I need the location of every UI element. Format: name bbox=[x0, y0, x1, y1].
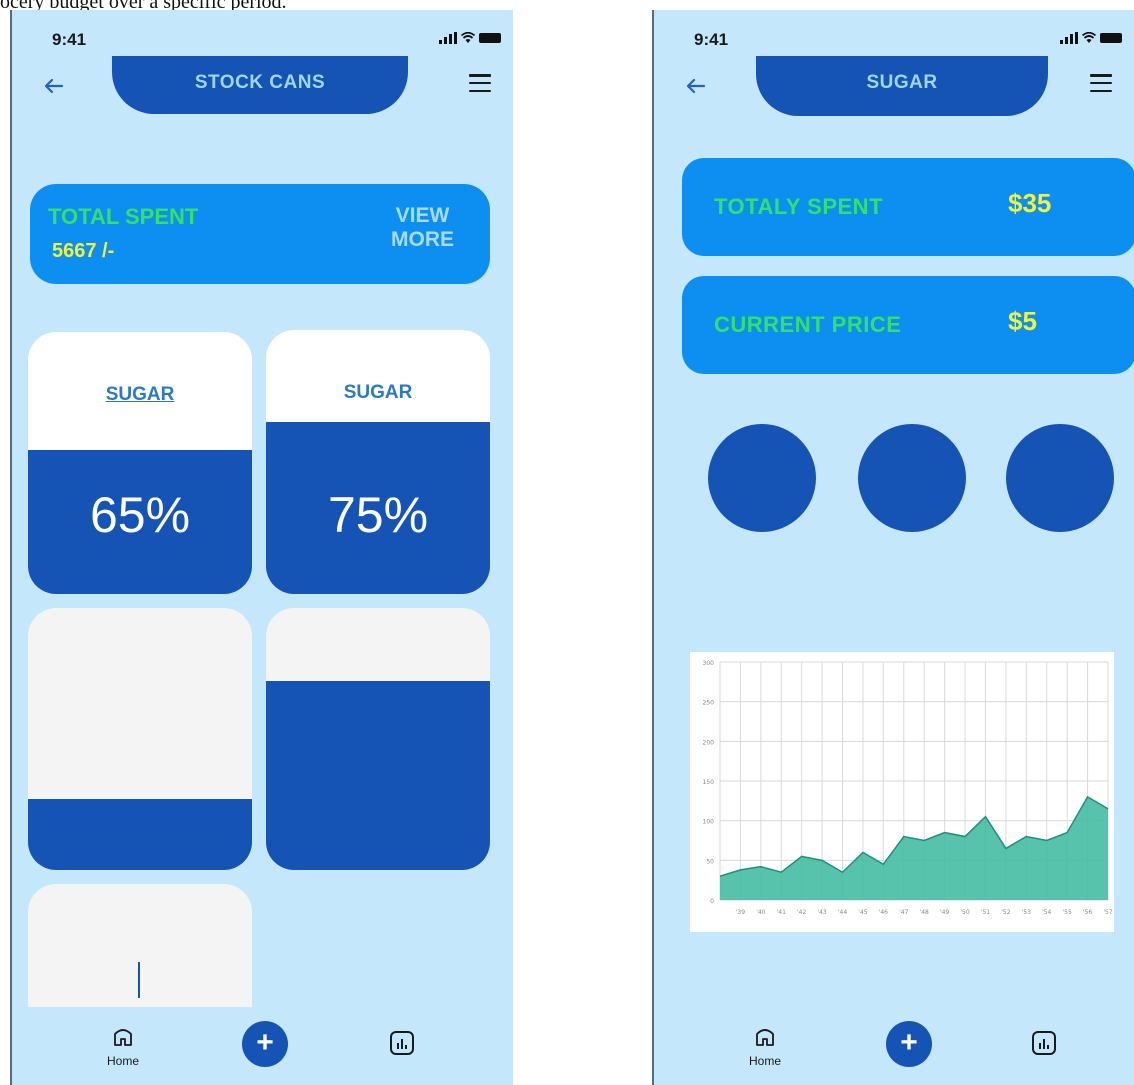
x-tick-label: '54 bbox=[1042, 909, 1051, 916]
current-price-label: CURRENT PRICE bbox=[714, 312, 902, 337]
stock-cans-screen: 9:41 STOCK CANS TOTAL SPENT 5667 /- VIEW… bbox=[10, 10, 513, 1085]
can-label: SUGAR bbox=[343, 382, 413, 403]
nav-home[interactable]: Home bbox=[98, 1025, 148, 1068]
x-tick-label: '52 bbox=[1001, 909, 1010, 916]
circle-button[interactable] bbox=[1006, 424, 1114, 532]
x-tick-label: '45 bbox=[858, 909, 867, 916]
total-spent-label: TOTALY SPENT bbox=[714, 194, 884, 219]
can-fill bbox=[28, 799, 252, 870]
battery-icon bbox=[1100, 33, 1122, 43]
battery-icon bbox=[479, 33, 501, 43]
price-chart: 0 50 100 150 200 250 300 '39 '40 '41 '42 '43 '44 '45 '… bbox=[690, 652, 1114, 932]
x-tick-label: '43 bbox=[817, 909, 826, 916]
status-time: 9:41 bbox=[52, 30, 87, 49]
menu-icon[interactable] bbox=[469, 74, 491, 92]
y-tick-label: 300 bbox=[703, 660, 715, 667]
can-card[interactable] bbox=[266, 608, 490, 870]
bottom-nav: Home + bbox=[12, 1007, 513, 1085]
x-tick-label: '47 bbox=[899, 909, 908, 916]
signal-icon bbox=[439, 32, 457, 44]
x-tick-label: '46 bbox=[879, 909, 888, 916]
stats-icon[interactable] bbox=[1032, 1031, 1056, 1055]
can-card[interactable] bbox=[28, 608, 252, 870]
current-price-value: $5 bbox=[1008, 306, 1037, 336]
page-title: SUGAR bbox=[756, 56, 1048, 116]
view-more-button[interactable]: VIEW MORE bbox=[391, 204, 454, 252]
can-cursor bbox=[138, 962, 140, 998]
can-percent: 65% bbox=[89, 487, 191, 543]
bottom-nav: Home + bbox=[654, 1007, 1134, 1085]
x-tick-label: '56 bbox=[1083, 909, 1092, 916]
menu-icon[interactable] bbox=[1090, 74, 1112, 92]
back-arrow-icon[interactable] bbox=[682, 72, 710, 100]
signal-icon bbox=[1060, 32, 1078, 44]
status-icons bbox=[1060, 32, 1122, 44]
x-tick-label: '55 bbox=[1063, 909, 1072, 916]
home-label: Home bbox=[106, 1054, 139, 1068]
circle-button[interactable] bbox=[858, 424, 966, 532]
y-tick-label: 0 bbox=[710, 898, 714, 905]
x-tick-label: '57 bbox=[1103, 909, 1112, 916]
x-tick-label: '39 bbox=[736, 909, 745, 916]
can-card[interactable]: SUGAR 65% bbox=[28, 332, 252, 594]
status-icons bbox=[439, 32, 501, 44]
current-price-card: CURRENT PRICE $5 bbox=[682, 276, 1134, 374]
total-spent-card: TOTALY SPENT $35 bbox=[682, 158, 1134, 256]
y-tick-label: 200 bbox=[703, 739, 715, 746]
view-more-line1: VIEW bbox=[395, 204, 450, 227]
home-label: Home bbox=[748, 1054, 781, 1068]
wifi-icon bbox=[461, 32, 475, 43]
total-spent-value: $35 bbox=[1008, 188, 1052, 218]
x-tick-label: '50 bbox=[960, 909, 969, 916]
add-button[interactable]: + bbox=[886, 1021, 932, 1067]
back-arrow-icon[interactable] bbox=[40, 72, 68, 100]
home-icon bbox=[114, 1029, 132, 1046]
stats-icon[interactable] bbox=[390, 1031, 414, 1055]
price-chart-svg: 0 50 100 150 200 250 300 '39 '40 '41 '42 '43 '44 '45 '… bbox=[703, 660, 1113, 916]
status-time: 9:41 bbox=[694, 30, 729, 49]
circle-button[interactable] bbox=[708, 424, 816, 532]
can-percent: 75% bbox=[327, 487, 429, 543]
can-label[interactable]: SUGAR bbox=[28, 384, 252, 406]
can-fill bbox=[266, 681, 490, 870]
can-card-empty[interactable] bbox=[28, 884, 252, 1014]
x-tick-label: '53 bbox=[1022, 909, 1031, 916]
page-title: STOCK CANS bbox=[112, 56, 408, 114]
y-tick-label: 250 bbox=[703, 700, 715, 707]
x-tick-label: '44 bbox=[838, 909, 847, 916]
y-tick-label: 50 bbox=[706, 858, 714, 865]
x-tick-label: '51 bbox=[981, 909, 990, 916]
total-spent-label: TOTAL SPENT bbox=[48, 204, 199, 229]
view-more-line2: MORE bbox=[391, 228, 454, 251]
total-spent-card: TOTAL SPENT 5667 /- VIEW MORE bbox=[30, 184, 490, 284]
sugar-screen: 9:41 SUGAR TOTALY SPENT $35 CURRENT PRIC… bbox=[652, 10, 1134, 1085]
can-card[interactable]: SUGAR 75% bbox=[266, 330, 490, 594]
x-tick-label: '42 bbox=[797, 909, 806, 916]
total-spent-value: 5667 /- bbox=[52, 240, 115, 262]
area-series bbox=[720, 796, 1108, 900]
x-tick-label: '49 bbox=[940, 909, 949, 916]
y-tick-label: 150 bbox=[703, 779, 715, 786]
add-button[interactable]: + bbox=[242, 1021, 288, 1067]
wifi-icon bbox=[1082, 32, 1096, 43]
x-tick-label: '40 bbox=[756, 909, 765, 916]
home-icon bbox=[756, 1029, 774, 1046]
nav-home[interactable]: Home bbox=[740, 1025, 790, 1068]
y-tick-label: 100 bbox=[703, 819, 715, 826]
x-tick-label: '48 bbox=[920, 909, 929, 916]
x-tick-label: '41 bbox=[777, 909, 786, 916]
